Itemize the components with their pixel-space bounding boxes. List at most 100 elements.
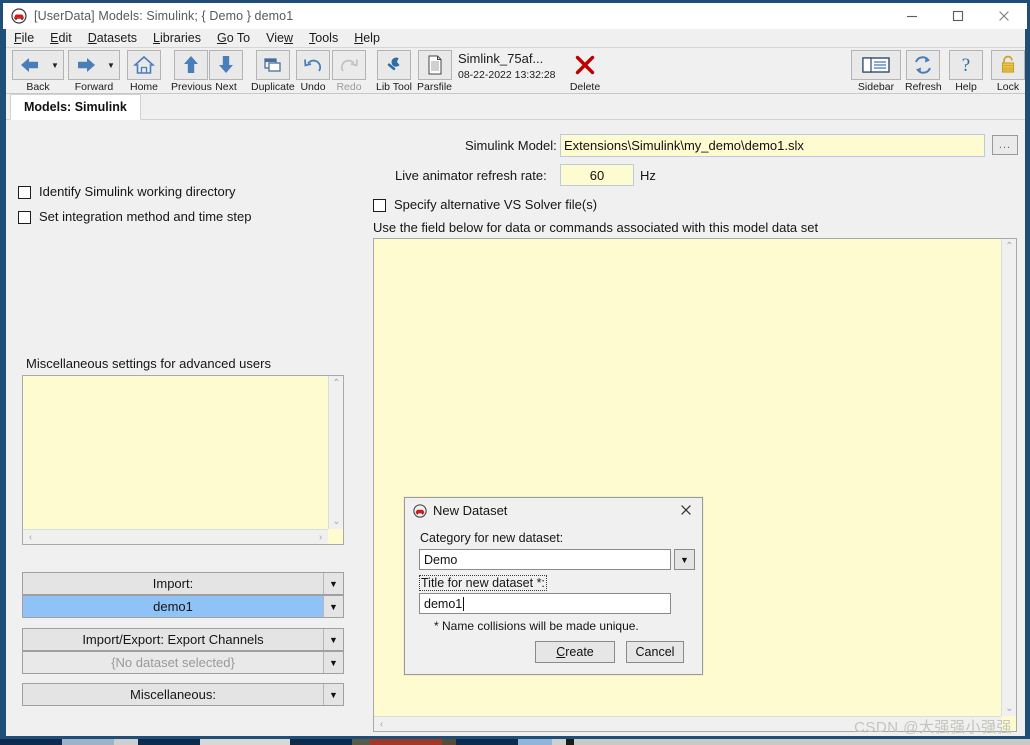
refresh-rate-value: 60 [589,167,605,183]
toolbar-duplicate-button[interactable]: Duplicate [251,50,295,93]
combo-import[interactable]: Import: ▼ [22,572,344,595]
combo-import-export-label: Import/Export: Export Channels [23,629,323,650]
taskbar-segment[interactable] [442,739,456,745]
scroll-down-icon[interactable]: ⌄ [329,514,344,529]
title-input[interactable]: demo1 [419,593,671,614]
sidebar-icon [851,50,901,80]
simulink-model-input[interactable]: Extensions\Simulink\my_demo\demo1.slx [560,134,985,157]
combo-miscellaneous[interactable]: Miscellaneous: ▼ [22,683,344,706]
taskbar-segment[interactable] [518,739,552,745]
toolbar-undo-button[interactable]: Undo [296,50,330,93]
chevron-down-icon[interactable]: ▼ [323,573,343,594]
menu-tools[interactable]: Tools [301,30,346,46]
scroll-up-icon[interactable]: ⌃ [1002,239,1017,254]
taskbar-segment[interactable] [0,739,62,745]
toolbar-back-button[interactable]: ▼ Back [12,50,64,93]
category-value: Demo [424,552,458,567]
toolbar-delete-label: Delete [569,81,601,93]
checkbox-box[interactable] [373,199,386,212]
refresh-icon [906,50,941,80]
vertical-scrollbar[interactable]: ⌃ ⌄ [328,376,343,529]
category-input[interactable]: Demo [419,549,671,570]
checkbox-identify-working-directory[interactable]: Identify Simulink working directory [18,184,236,199]
toolbar-delete-button[interactable]: Delete [568,50,602,93]
toolbar-refresh-button[interactable]: Refresh [905,50,942,93]
toolbar-next-button[interactable]: Next [209,50,243,93]
taskbar-segment[interactable] [552,739,566,745]
close-icon[interactable] [981,3,1027,29]
arrow-left-icon [13,51,47,79]
chevron-down-icon[interactable]: ▼ [323,684,343,705]
combo-import-dataset[interactable]: demo1 ▼ [22,595,344,618]
horizontal-scrollbar[interactable]: ‹ › [23,529,328,544]
create-button[interactable]: Create [535,641,615,663]
taskbar-segment[interactable] [574,739,1030,745]
taskbar-segment[interactable] [62,739,114,745]
scroll-right-icon[interactable]: › [986,717,1001,732]
browse-button-label: ... [998,139,1012,151]
parsfile-timestamp: 08-22-2022 13:32:28 [458,68,556,81]
category-dropdown-chevron-down-icon[interactable]: ▼ [674,549,695,570]
checkbox-box[interactable] [18,186,31,199]
taskbar-segment[interactable] [290,739,352,745]
duplicate-icon [255,50,290,80]
checkbox-vs-solver[interactable]: Specify alternative VS Solver file(s) [373,197,597,212]
refresh-rate-input[interactable]: 60 [560,164,634,186]
cancel-button[interactable]: Cancel [626,641,684,663]
toolbar-lock-button[interactable]: Lock [991,50,1025,93]
scroll-right-icon[interactable]: › [313,530,328,545]
taskbar-segment[interactable] [352,739,370,745]
combo-export-dataset[interactable]: {No dataset selected} ▼ [22,651,344,674]
combo-miscellaneous-label: Miscellaneous: [23,684,323,705]
taskbar-segment[interactable] [114,739,138,745]
minimize-button[interactable] [889,3,935,29]
chevron-down-icon[interactable]: ▼ [323,629,343,650]
title-label: Title for new dataset *: [419,575,547,591]
combo-import-label: Import: [23,573,323,594]
toolbar-previous-button[interactable]: Previous [171,50,212,93]
tab-models-simulink[interactable]: Models: Simulink [10,94,141,120]
vertical-scrollbar[interactable]: ⌃ ⌄ [1001,239,1016,716]
horizontal-scrollbar[interactable]: ‹ › [374,716,1001,731]
taskbar-segment[interactable] [200,739,290,745]
chevron-down-icon[interactable]: ▼ [323,652,343,673]
toolbar-sidebar-button[interactable]: Sidebar [851,50,901,93]
menu-file[interactable]: File [6,30,42,46]
taskbar-segment[interactable] [138,739,200,745]
menu-view[interactable]: View [258,30,301,46]
toolbar-lib-tool-button[interactable]: Lib Tool [376,50,412,93]
scroll-left-icon[interactable]: ‹ [374,717,389,732]
toolbar: ▼ Back ▼ Forward Home Previous Next Dupl… [6,47,1025,94]
checkbox-box[interactable] [18,211,31,224]
toolbar-parsfile-button[interactable]: Parsfile [417,50,452,93]
undo-icon [296,50,330,80]
toolbar-forward-button[interactable]: ▼ Forward [68,50,120,93]
checkbox-set-integration-method[interactable]: Set integration method and time step [18,209,251,224]
menu-help[interactable]: Help [346,30,388,46]
taskbar-segment[interactable] [566,739,574,745]
toolbar-back-label: Back [26,81,50,93]
misc-settings-textarea[interactable]: ⌃ ⌄ ‹ › [22,375,344,545]
title-value: demo1 [424,596,463,611]
menu-edit[interactable]: Edit [42,30,80,46]
toolbar-home-button[interactable]: Home [127,50,161,93]
taskbar-segment[interactable] [456,739,518,745]
menu-libraries[interactable]: Libraries [145,30,209,46]
taskbar-segment[interactable] [370,739,442,745]
menu-go-to[interactable]: Go To [209,30,258,46]
browse-button[interactable]: ... [992,135,1018,155]
scroll-up-icon[interactable]: ⌃ [329,376,344,391]
toolbar-duplicate-label: Duplicate [251,81,295,93]
chevron-down-icon[interactable]: ▼ [103,51,119,79]
toolbar-help-button[interactable]: ? Help [949,50,983,93]
scroll-left-icon[interactable]: ‹ [23,530,38,545]
combo-import-export[interactable]: Import/Export: Export Channels ▼ [22,628,344,651]
red-x-icon [568,50,602,80]
menu-datasets[interactable]: Datasets [80,30,145,46]
dialog-close-icon[interactable] [672,499,700,521]
chevron-down-icon[interactable]: ▼ [47,51,63,79]
scroll-down-icon[interactable]: ⌄ [1002,701,1017,716]
chevron-down-icon[interactable]: ▼ [323,596,343,617]
maximize-button[interactable] [935,3,981,29]
arrow-up-icon [174,50,209,80]
